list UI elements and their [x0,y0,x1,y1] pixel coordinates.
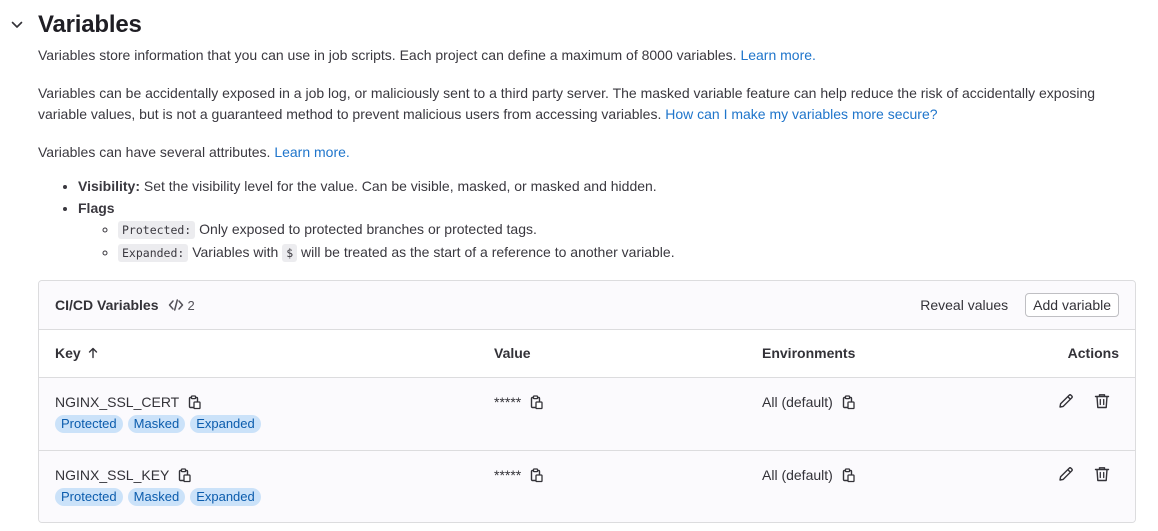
description-security: Variables can be accidentally exposed in… [38,85,1096,122]
copy-value-icon[interactable] [528,467,544,483]
attributes-learn-more-link[interactable]: Learn more. [274,144,349,160]
expanded-code: Expanded: [118,243,189,262]
flags-list: Protected: Only exposed to protected bra… [78,219,1138,264]
variable-key: NGINX_SSL_CERT [55,394,202,410]
flag-expanded: Expanded: Variables with $ will be treat… [118,242,1138,265]
variable-environment: All (default) [762,467,856,483]
column-value: Value [494,345,531,361]
variable-environment: All (default) [762,394,856,410]
variable-value: ***** [494,394,544,410]
copy-environment-icon[interactable] [840,394,856,410]
pencil-icon[interactable] [1057,392,1075,410]
copy-key-icon[interactable] [186,394,202,410]
code-icon [168,299,183,311]
column-environments: Environments [762,345,856,361]
column-actions: Actions [1067,345,1119,361]
copy-key-icon[interactable] [176,467,192,483]
status-badge: Protected [55,488,123,506]
card-header: CI/CD Variables 2 Reveal values Add vari… [39,281,1135,330]
status-badge: Expanded [190,415,261,433]
sort-arrow-up-icon [88,347,97,359]
learn-more-link[interactable]: Learn more. [740,47,815,63]
status-badge: Expanded [190,488,261,506]
card-actions: Reveal values Add variable [920,293,1119,317]
page-title: Variables [38,11,142,38]
attr-flags: Flags Protected: Only exposed to protect… [78,198,1138,265]
attributes-list: Visibility: Set the visibility level for… [38,176,1138,264]
copy-environment-icon[interactable] [840,467,856,483]
flag-protected: Protected: Only exposed to protected bra… [118,219,1138,242]
table-header: Key Value Environments Actions [39,330,1135,378]
table-row: NGINX_SSL_CERT Protected Masked Expanded… [39,378,1135,451]
trash-icon[interactable] [1093,465,1111,483]
copy-value-icon[interactable] [528,394,544,410]
variable-badges: Protected Masked Expanded [55,415,266,433]
column-key[interactable]: Key [55,345,99,361]
variable-key: NGINX_SSL_KEY [55,467,192,483]
ci-cd-variables-card: CI/CD Variables 2 Reveal values Add vari… [38,280,1136,523]
card-title: CI/CD Variables [55,297,159,313]
protected-code: Protected: [118,221,196,239]
variable-badges: Protected Masked Expanded [55,488,266,506]
variable-value: ***** [494,467,544,483]
section-description: Variables store information that you can… [38,44,1138,264]
dollar-code: $ [282,243,298,262]
add-variable-button[interactable]: Add variable [1025,293,1119,317]
variable-count: 2 [168,297,195,313]
status-badge: Masked [127,415,186,433]
description-attributes: Variables can have several attributes. L… [38,144,350,160]
secure-variables-link[interactable]: How can I make my variables more secure? [665,106,937,122]
status-badge: Masked [127,488,186,506]
pencil-icon[interactable] [1057,465,1075,483]
table-row: NGINX_SSL_KEY Protected Masked Expanded … [39,451,1135,522]
description-limit: Variables store information that you can… [38,47,816,63]
reveal-values-button[interactable]: Reveal values [920,297,1008,313]
attr-visibility: Visibility: Set the visibility level for… [78,176,1138,198]
chevron-down-icon[interactable] [2,10,32,40]
section-header: Variables [0,8,142,42]
status-badge: Protected [55,415,123,433]
trash-icon[interactable] [1093,392,1111,410]
